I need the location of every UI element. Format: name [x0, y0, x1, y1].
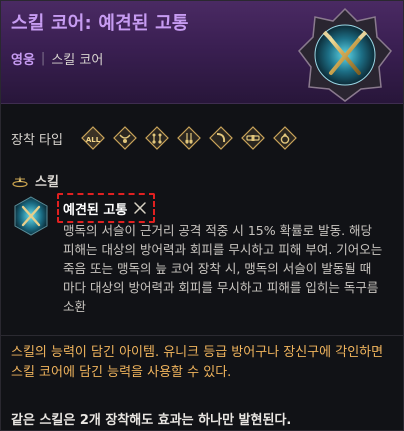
- grade-label: 영웅: [11, 53, 35, 68]
- skill-name: 예견된 고통: [63, 202, 128, 218]
- equip-slot-belt: [241, 126, 265, 150]
- item-subline: 영웅 | 스킬 코어: [11, 49, 103, 68]
- crossed-swords-icon: [134, 202, 147, 214]
- item-title: 스킬 코어: 예견된 고통: [11, 13, 189, 34]
- all-slot-icon: ALL: [81, 126, 105, 150]
- bracelet-icon: [209, 126, 233, 150]
- belt-icon: [241, 126, 265, 150]
- equip-slot-ring: [273, 126, 297, 150]
- equip-slot-earring-2: [177, 126, 201, 150]
- section-divider: [1, 335, 403, 336]
- tooltip-header: 스킬 코어: 예견된 고통 영웅 | 스킬 코어: [1, 1, 403, 104]
- skill-name-highlight: 예견된 고통: [57, 193, 156, 223]
- stacking-note: 같은 스킬은 2개 장착해도 효과는 하나만 발현된다.: [11, 413, 292, 428]
- item-tooltip: 스킬 코어: 예견된 고통 영웅 | 스킬 코어 장착 타입 ALL 스킬 예견…: [0, 0, 404, 431]
- drop-earring-icon: [177, 126, 201, 150]
- svg-text:ALL: ALL: [86, 136, 101, 144]
- skill-section-icon: [12, 175, 28, 187]
- skill-section-label: 스킬: [35, 175, 59, 190]
- ring-icon: [273, 126, 297, 150]
- equip-slot-all: ALL: [81, 126, 105, 150]
- equip-slot-bracelet: [209, 126, 233, 150]
- item-type-label: 스킬 코어: [51, 53, 104, 68]
- crossed-daggers-emblem-icon: [298, 7, 392, 102]
- item-info-text: 스킬의 능력이 담긴 아이템. 유니크 등급 방어구나 장신구에 각인하면 스킬…: [11, 345, 384, 380]
- skill-section-header: 스킬: [11, 171, 59, 190]
- skill-description: 맹독의 서슬이 근거리 공격 적중 시 15% 확률로 발동. 해당 피해는 대…: [63, 223, 383, 314]
- separator: |: [40, 51, 46, 66]
- crossed-daggers-icon: [14, 196, 48, 236]
- equip-type-label: 장착 타입: [11, 132, 63, 148]
- equip-slot-necklace: [113, 126, 137, 150]
- equip-type-row: 장착 타입 ALL: [11, 126, 297, 150]
- necklace-icon: [113, 126, 137, 150]
- earring-icon: [145, 126, 169, 150]
- equip-slot-earring-1: [145, 126, 169, 150]
